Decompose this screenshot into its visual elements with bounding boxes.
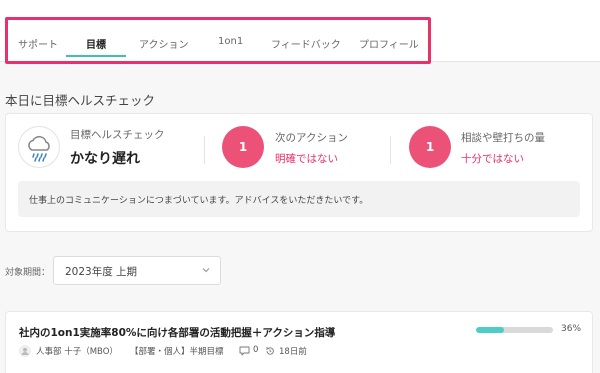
goal-updated: 18日前 — [279, 347, 307, 357]
comment-count: 0 — [253, 345, 259, 355]
goal-health-label: 目標ヘルスチェック — [70, 129, 165, 141]
next-action-count-badge: 1 — [222, 126, 264, 168]
goal-progress-bar — [476, 327, 553, 333]
period-value: 2023年度 上期 — [65, 266, 138, 278]
advice-message: 仕事上のコミュニケーションにつまづいています。アドバイスをいただきたいです。 — [18, 181, 580, 217]
period-select[interactable]: 2023年度 上期 — [53, 256, 221, 285]
goal-owner: 人事部 十子（MBO） — [36, 347, 118, 357]
chevron-down-icon — [202, 268, 210, 273]
goal-card[interactable]: 社内の1on1実施率80%に向け各部署の活動把握＋アクション指導 36% 人事部… — [5, 311, 593, 373]
consult-count-badge: 1 — [409, 126, 451, 168]
next-action-label: 次のアクション — [275, 132, 348, 144]
goal-progress-text: 36% — [561, 324, 582, 334]
goal-health-value: かなり遅れ — [70, 151, 140, 167]
consult-label: 相談や壁打ちの量 — [461, 132, 545, 144]
section-title: 本日に目標ヘルスチェック — [5, 93, 156, 108]
history-icon — [266, 346, 274, 355]
divider — [204, 136, 205, 164]
avatar — [19, 345, 31, 357]
period-label: 対象期間： — [5, 268, 51, 278]
goal-progress-fill — [476, 327, 504, 333]
goal-title[interactable]: 社内の1on1実施率80%に向け各部署の活動把握＋アクション指導 — [19, 325, 335, 340]
goal-type: 【部署・個人】半期目標 — [130, 347, 224, 357]
consult-status: 十分ではない — [461, 153, 524, 165]
health-check-card: 目標ヘルスチェック かなり遅れ 1 次のアクション 明確ではない 1 相談や壁打… — [5, 113, 593, 232]
cloud-rain-icon — [18, 126, 60, 168]
next-action-status: 明確ではない — [275, 153, 338, 165]
divider — [390, 136, 391, 164]
comment-icon — [239, 346, 250, 356]
tab-highlight-box — [5, 17, 431, 64]
